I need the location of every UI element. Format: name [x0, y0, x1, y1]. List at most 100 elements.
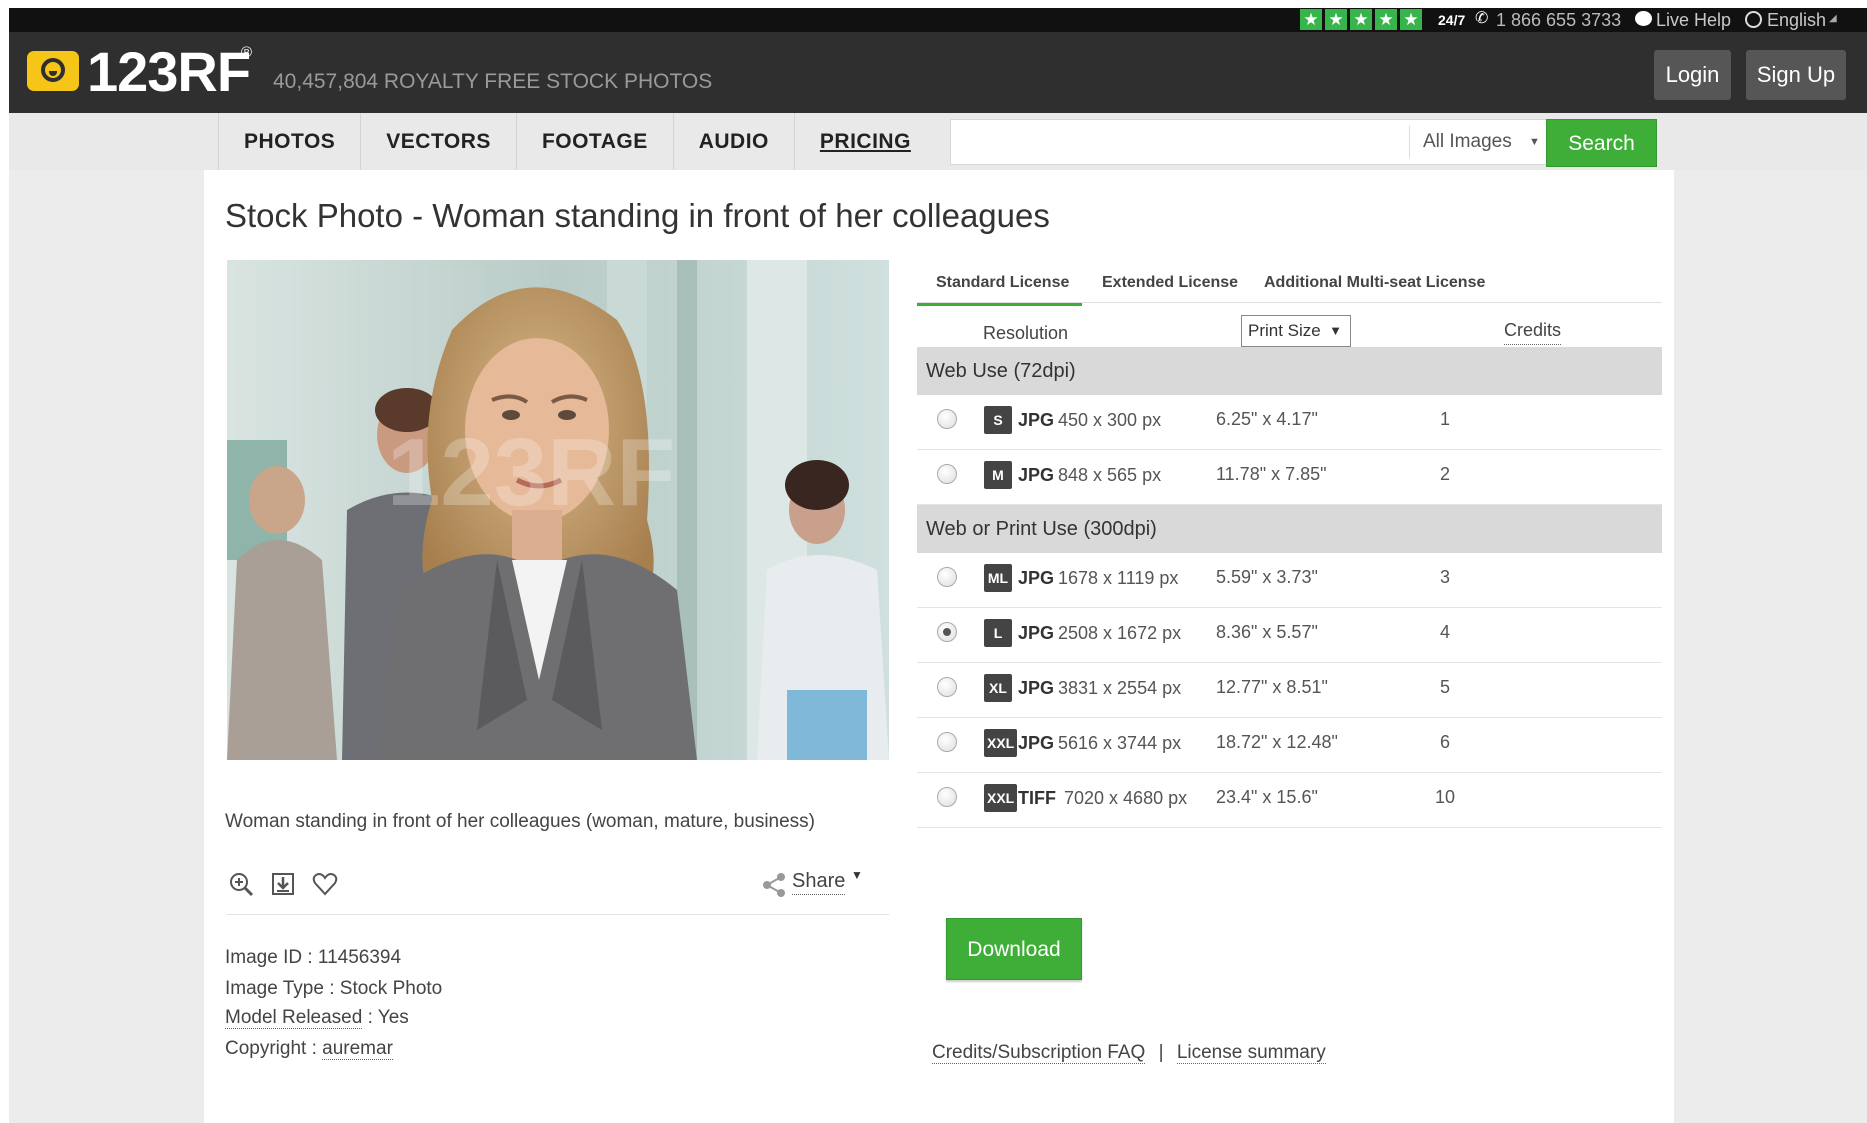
size-row[interactable]: XL JPG 3831 x 2554 px 12.77" x 8.51" 5: [917, 663, 1662, 718]
credit-cost: 5: [1439, 677, 1450, 697]
signup-button[interactable]: Sign Up: [1746, 50, 1846, 100]
stock-photo[interactable]: 123RF: [227, 260, 889, 760]
search-input[interactable]: [951, 120, 1409, 164]
language-selector[interactable]: English: [1767, 9, 1826, 31]
logo-text[interactable]: 123RF: [87, 41, 251, 103]
meta-image-type: Image Type : Stock Photo: [225, 977, 442, 1001]
phone-number[interactable]: 1 866 655 3733: [1496, 9, 1621, 31]
page-title: Stock Photo - Woman standing in front of…: [225, 197, 1050, 234]
meta-label: Copyright :: [225, 1038, 323, 1059]
meta-image-id: Image ID : 11456394: [225, 946, 401, 970]
login-button[interactable]: Login: [1654, 50, 1731, 100]
search-filter-select[interactable]: All Images: [1423, 120, 1512, 164]
heart-icon[interactable]: [311, 870, 339, 898]
chevron-down-icon[interactable]: ▼: [1529, 136, 1540, 148]
size-radio-selected[interactable]: [937, 622, 957, 642]
file-format: TIFF: [1018, 788, 1056, 808]
pixel-size: 3831 x 2554 px: [1058, 678, 1182, 698]
size-badge: S: [984, 406, 1012, 434]
credit-cost: 4: [1439, 622, 1450, 642]
size-radio[interactable]: [937, 409, 957, 429]
logo-icon[interactable]: [27, 51, 79, 91]
search-button[interactable]: Search: [1546, 119, 1657, 167]
photo-tools: [227, 870, 339, 898]
star-icon: ★: [1400, 9, 1422, 30]
meta-label: Image Type :: [225, 978, 340, 999]
tab-multiseat-license[interactable]: Additional Multi-seat License: [1264, 263, 1485, 303]
license-summary-link[interactable]: License summary: [1176, 1042, 1326, 1064]
tab-extended-license[interactable]: Extended License: [1102, 263, 1238, 303]
link-separator: |: [1158, 1042, 1164, 1063]
star-icon: ★: [1375, 9, 1397, 30]
print-size-label[interactable]: Print Size: [1248, 321, 1321, 340]
share-button[interactable]: Share: [792, 868, 846, 895]
star-icon: ★: [1300, 9, 1322, 30]
credits-header[interactable]: Credits: [1504, 316, 1562, 345]
nav-photos[interactable]: PHOTOS: [218, 113, 360, 170]
globe-icon[interactable]: [1745, 11, 1762, 28]
size-row[interactable]: ML JPG 1678 x 1119 px 5.59" x 3.73" 3: [917, 553, 1662, 608]
chevron-down-icon[interactable]: ▼: [1329, 316, 1342, 346]
credits-faq-link[interactable]: Credits/Subscription FAQ: [932, 1042, 1146, 1064]
license-tabs: Standard License Extended License Additi…: [917, 263, 1662, 306]
support-hours: 24/7: [1438, 12, 1466, 28]
main-content: Stock Photo - Woman standing in front of…: [204, 170, 1674, 1123]
size-row[interactable]: XXL TIFF 7020 x 4680 px 23.4" x 15.6" 10: [917, 773, 1662, 828]
size-radio[interactable]: [937, 567, 957, 587]
file-format: JPG: [1018, 623, 1055, 643]
size-badge: M: [984, 461, 1012, 489]
nav-audio[interactable]: AUDIO: [672, 113, 794, 170]
chat-icon[interactable]: [1635, 11, 1652, 26]
image-type-value: Stock Photo: [339, 978, 443, 999]
nav-vectors[interactable]: VECTORS: [360, 113, 516, 170]
rating-stars: ★ ★ ★ ★ ★: [1300, 9, 1422, 30]
credit-cost: 6: [1439, 732, 1450, 752]
size-badge: XXL: [984, 784, 1018, 812]
size-row[interactable]: XXL JPG 5616 x 3744 px 18.72" x 12.48" 6: [917, 718, 1662, 773]
page: ★ ★ ★ ★ ★ 24/7 ✆ 1 866 655 3733 Live Hel…: [9, 8, 1867, 1123]
download-button[interactable]: Download: [946, 918, 1082, 980]
group-web-use: Web Use (72dpi): [917, 347, 1662, 395]
file-format: JPG: [1018, 568, 1055, 588]
zoom-icon[interactable]: [227, 870, 255, 898]
svg-text:123RF: 123RF: [387, 419, 675, 526]
tab-standard-license[interactable]: Standard License: [917, 263, 1082, 306]
license-links: Credits/Subscription FAQ | License summa…: [932, 1040, 1326, 1066]
print-size: 6.25" x 4.17": [1216, 409, 1318, 429]
search-box: All Images ▼: [950, 119, 1556, 165]
photo-caption: Woman standing in front of her colleague…: [225, 811, 816, 832]
chevron-down-icon[interactable]: ◢: [1829, 13, 1837, 24]
file-format: JPG: [1018, 465, 1055, 485]
screen: ★ ★ ★ ★ ★ 24/7 ✆ 1 866 655 3733 Live Hel…: [0, 0, 1867, 1123]
chevron-down-icon[interactable]: ▼: [851, 868, 863, 882]
nav-footage[interactable]: FOOTAGE: [515, 113, 673, 170]
print-size: 11.78" x 7.85": [1216, 464, 1327, 484]
resolution-header: Resolution: [983, 323, 1069, 343]
size-row-selected[interactable]: L JPG 2508 x 1672 px 8.36" x 5.57" 4: [917, 608, 1662, 663]
size-radio[interactable]: [937, 732, 957, 752]
main-nav: PHOTOS VECTORS FOOTAGE AUDIO PRICING: [218, 113, 936, 170]
share-icon[interactable]: [761, 872, 787, 898]
copyright-link[interactable]: auremar: [322, 1038, 393, 1060]
nav-pricing-label[interactable]: PRICING: [820, 130, 911, 153]
size-row[interactable]: S JPG 450 x 300 px 6.25" x 4.17" 1: [917, 395, 1662, 450]
size-radio[interactable]: [937, 677, 957, 697]
meta-model-released: Model Released : Yes: [225, 1006, 409, 1030]
size-row[interactable]: M JPG 848 x 565 px 11.78" x 7.85" 2: [917, 450, 1662, 505]
credit-cost: 1: [1439, 409, 1450, 429]
size-radio[interactable]: [937, 464, 957, 484]
live-help-link[interactable]: Live Help: [1656, 9, 1731, 31]
nav-pricing[interactable]: PRICING: [793, 113, 936, 170]
size-radio[interactable]: [937, 787, 957, 807]
model-released-value: : Yes: [362, 1007, 409, 1028]
model-released-link[interactable]: Model Released: [225, 1007, 363, 1029]
pixel-size: 2508 x 1672 px: [1058, 623, 1182, 643]
print-size: 8.36" x 5.57": [1216, 622, 1318, 642]
download-comp-icon[interactable]: [269, 870, 297, 898]
print-size-select[interactable]: Print Size ▼: [1241, 315, 1351, 347]
print-size: 18.72" x 12.48": [1216, 732, 1338, 752]
phone-icon: ✆: [1475, 10, 1489, 27]
size-badge: XXL: [984, 729, 1018, 757]
size-badge: ML: [984, 564, 1012, 592]
search-divider: [1409, 126, 1410, 158]
